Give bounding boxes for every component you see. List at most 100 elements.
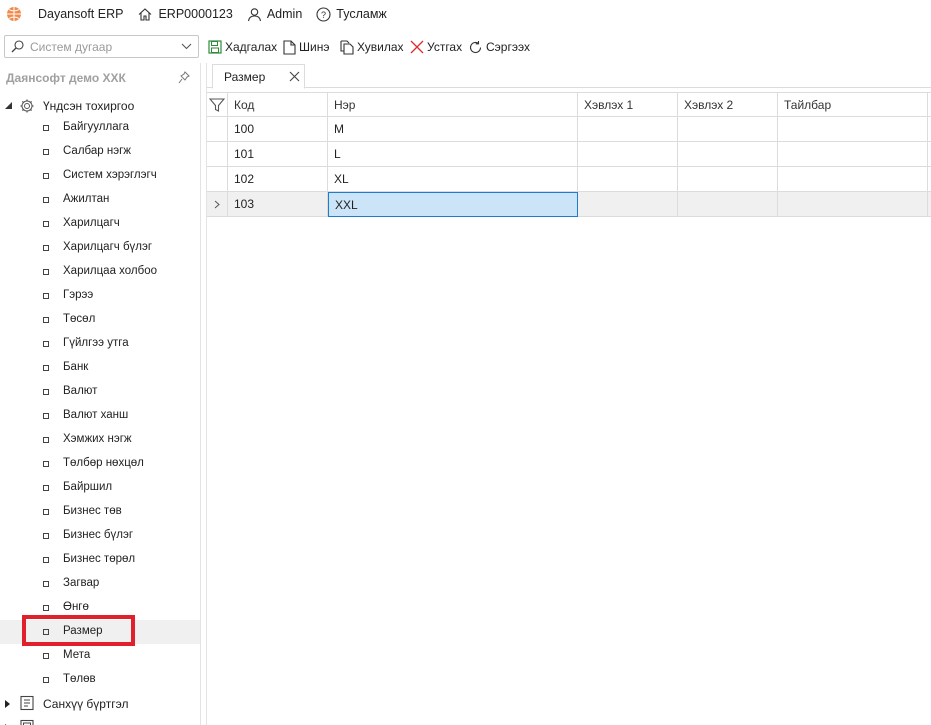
- cell-code[interactable]: 101: [228, 142, 328, 167]
- title-bar: Dayansoft ERP ERP0000123 Admin ? Тусламж: [0, 0, 931, 28]
- cell-name[interactable]: M: [328, 117, 578, 142]
- cell-print1[interactable]: [578, 167, 678, 192]
- cell-print1[interactable]: [578, 192, 678, 217]
- cell-name[interactable]: XXL: [328, 192, 578, 217]
- cell-code[interactable]: 102: [228, 167, 328, 192]
- tree-node-label: Үндсэн тохиргоо: [43, 99, 135, 113]
- tree-item[interactable]: Бизнес төрөл: [0, 548, 200, 572]
- column-header-print1[interactable]: Хэвлэх 1: [578, 93, 678, 118]
- cell-note[interactable]: [778, 142, 928, 167]
- chevron-down-icon: [181, 43, 192, 50]
- row-indicator[interactable]: [207, 192, 228, 217]
- tree-item[interactable]: Байгууллага: [0, 116, 200, 140]
- row-indicator[interactable]: [207, 142, 228, 167]
- tree-item[interactable]: Харилцаа холбоо: [0, 260, 200, 284]
- current-row-chevron-icon: [214, 200, 220, 209]
- cell-print1[interactable]: [578, 117, 678, 142]
- cell-print1[interactable]: [578, 142, 678, 167]
- node-square-icon: [43, 341, 49, 347]
- cell-note[interactable]: [778, 117, 928, 142]
- cell-note[interactable]: [778, 167, 928, 192]
- save-button[interactable]: Хадгалах: [208, 36, 277, 58]
- cell-print2[interactable]: [678, 167, 778, 192]
- tree-item[interactable]: Ажилтан: [0, 188, 200, 212]
- tree-item[interactable]: Загвар: [0, 572, 200, 596]
- row-indicator[interactable]: [207, 167, 228, 192]
- column-header-note[interactable]: Тайлбар: [778, 93, 928, 118]
- cell-print2[interactable]: [678, 192, 778, 217]
- node-square-icon: [43, 677, 49, 683]
- system-number-search[interactable]: Систем дугаар: [4, 35, 199, 58]
- tree-item[interactable]: Банк: [0, 356, 200, 380]
- tree-node-next[interactable]: [0, 716, 200, 725]
- copy-button[interactable]: Хувилах: [340, 36, 404, 58]
- table-row[interactable]: 101 L: [207, 142, 931, 167]
- cell-name[interactable]: L: [328, 142, 578, 167]
- refresh-button[interactable]: Сэргээх: [468, 36, 530, 58]
- cell-print2[interactable]: [678, 142, 778, 167]
- tree-item[interactable]: Гүйлгээ утга: [0, 332, 200, 356]
- table-row[interactable]: 102 XL: [207, 167, 931, 192]
- user-menu[interactable]: Admin: [247, 7, 302, 22]
- tree-item-label: Байгууллага: [63, 121, 129, 133]
- tree-item[interactable]: Салбар нэгж: [0, 140, 200, 164]
- gear-icon: [19, 98, 35, 117]
- tree-item[interactable]: Төлөв: [0, 668, 200, 692]
- tree-item[interactable]: Валют ханш: [0, 404, 200, 428]
- tree-item-label: Төлөв: [63, 673, 96, 685]
- tree-item[interactable]: Гэрээ: [0, 284, 200, 308]
- table-row[interactable]: 103 XXL: [207, 192, 931, 217]
- tree-item-label: Банк: [63, 361, 89, 373]
- column-header-print2[interactable]: Хэвлэх 2: [678, 93, 778, 118]
- tree-item[interactable]: Харилцагч: [0, 212, 200, 236]
- tree-item[interactable]: Төсөл: [0, 308, 200, 332]
- tree-item[interactable]: Төлбөр нөхцөл: [0, 452, 200, 476]
- tree-item-label: Бизнес төв: [63, 505, 122, 517]
- tree-item[interactable]: Харилцагч бүлэг: [0, 236, 200, 260]
- new-document-icon: [283, 39, 296, 55]
- close-icon[interactable]: [289, 71, 300, 85]
- tab-size[interactable]: Размер: [212, 64, 305, 89]
- cell-code[interactable]: 103: [228, 192, 328, 217]
- node-square-icon: [43, 437, 49, 443]
- expand-arrow-icon[interactable]: [4, 698, 11, 712]
- row-indicator[interactable]: [207, 117, 228, 142]
- help-menu[interactable]: ? Тусламж: [316, 6, 387, 22]
- user-icon: [247, 7, 261, 21]
- tree-item-label: Харилцаа холбоо: [63, 265, 158, 277]
- column-header-name[interactable]: Нэр: [328, 93, 578, 118]
- tree-node-basic-settings[interactable]: Үндсэн тохиргоо: [0, 94, 200, 118]
- pin-icon[interactable]: [178, 71, 190, 87]
- tree-item-label: Харилцагч: [63, 217, 120, 229]
- cell-print2[interactable]: [678, 117, 778, 142]
- filter-icon[interactable]: [207, 93, 228, 118]
- cell-code[interactable]: 100: [228, 117, 328, 142]
- tree-item[interactable]: Бизнес төв: [0, 500, 200, 524]
- node-square-icon: [43, 317, 49, 323]
- column-header-code[interactable]: Код: [228, 93, 328, 118]
- company-menu[interactable]: ERP0000123: [137, 7, 233, 22]
- table-row[interactable]: 100 M: [207, 117, 931, 142]
- tree-item-label: Валют: [63, 385, 98, 397]
- help-label: Тусламж: [336, 7, 387, 21]
- tree-item[interactable]: Валют: [0, 380, 200, 404]
- node-square-icon: [43, 173, 49, 179]
- tree-item[interactable]: Мета: [0, 644, 200, 668]
- tree-item[interactable]: Бизнес бүлэг: [0, 524, 200, 548]
- tree-item[interactable]: Хэмжих нэгж: [0, 428, 200, 452]
- module-icon: [19, 719, 35, 725]
- tree-item[interactable]: Байршил: [0, 476, 200, 500]
- node-square-icon: [43, 389, 49, 395]
- tree-node-finance[interactable]: Санхүү бүртгэл: [0, 692, 200, 716]
- collapse-arrow-icon[interactable]: [4, 99, 13, 113]
- company-name: Даянсофт демо ХХК: [6, 71, 126, 85]
- delete-button[interactable]: Устгах: [410, 36, 462, 58]
- tree-item[interactable]: Систем хэрэглэгч: [0, 164, 200, 188]
- new-button[interactable]: Шинэ: [283, 36, 329, 58]
- cell-note[interactable]: [778, 192, 928, 217]
- navigation-panel: Даянсофт демо ХХК Үндсэн тохиргоо Байгуу…: [0, 63, 201, 725]
- node-square-icon: [43, 197, 49, 203]
- grid-body: 100 M 101 L 102 XL 103 XXL: [207, 117, 931, 217]
- cell-name[interactable]: XL: [328, 167, 578, 192]
- node-square-icon: [43, 269, 49, 275]
